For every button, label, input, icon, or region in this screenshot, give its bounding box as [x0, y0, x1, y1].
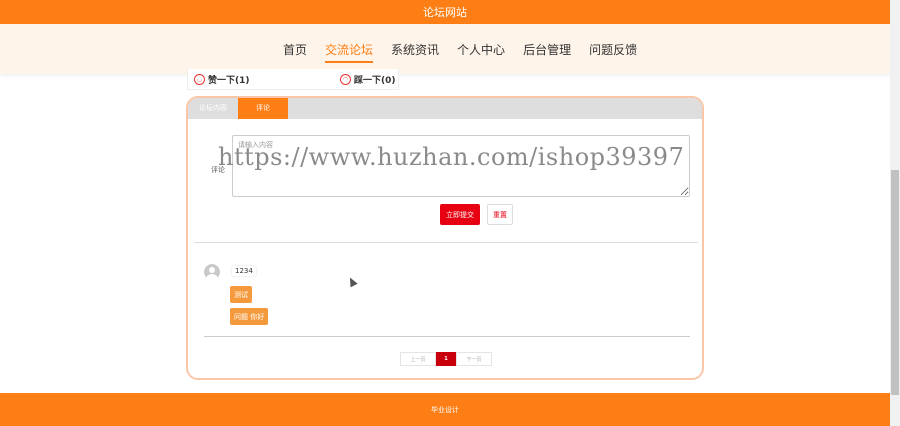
- nav-item-news[interactable]: 系统资讯: [391, 41, 439, 63]
- avatar: [204, 264, 220, 280]
- divider: [204, 336, 690, 337]
- tab-comments[interactable]: 评论: [238, 98, 288, 119]
- scrollbar-thumb[interactable]: [891, 170, 899, 395]
- dislike-button[interactable]: ◠ 踩一下(0): [340, 73, 396, 86]
- footer-text: 毕业设计: [431, 405, 459, 414]
- nav-item-profile[interactable]: 个人中心: [457, 41, 505, 63]
- site-title: 论坛网站: [423, 6, 467, 19]
- vote-bar: ◡ 赞一下(1) ◠ 踩一下(0): [187, 69, 399, 90]
- nav-item-feedback[interactable]: 问题反馈: [589, 41, 637, 63]
- main-nav-bar: 首页 交流论坛 系统资讯 个人中心 后台管理 问题反馈: [0, 24, 890, 74]
- dislike-label: 踩一下(0): [354, 76, 396, 86]
- nav-item-admin[interactable]: 后台管理: [523, 41, 571, 63]
- divider: [194, 242, 698, 243]
- comment-tag: 问题 你好: [230, 308, 269, 325]
- site-footer: 毕业设计: [0, 393, 890, 426]
- nav-item-home[interactable]: 首页: [283, 41, 307, 63]
- prev-page-button[interactable]: 上一页: [400, 352, 436, 366]
- main-nav: 首页 交流论坛 系统资讯 个人中心 后台管理 问题反馈: [283, 41, 655, 63]
- content-card: 论坛内容 评论 评论 立即提交 重置 1234 测试 问题 你好 上一页 1 下…: [186, 96, 704, 380]
- reset-button[interactable]: 重置: [487, 204, 513, 225]
- site-header: 论坛网站: [0, 0, 890, 24]
- submit-button[interactable]: 立即提交: [440, 204, 480, 225]
- comment-username: 1234: [232, 266, 256, 276]
- next-page-button[interactable]: 下一页: [456, 352, 492, 366]
- page-number-current[interactable]: 1: [436, 352, 456, 366]
- nav-item-forum[interactable]: 交流论坛: [325, 41, 374, 63]
- smile-icon: ◡: [194, 74, 205, 85]
- like-button[interactable]: ◡ 赞一下(1): [194, 73, 250, 86]
- comment-tag: 测试: [230, 286, 252, 303]
- watermark: https://www.huzhan.com/ishop39397: [218, 143, 685, 171]
- page-scrollbar[interactable]: [890, 0, 900, 426]
- tab-bar: 论坛内容 评论: [188, 98, 702, 119]
- frown-icon: ◠: [340, 74, 351, 85]
- tab-forum-content[interactable]: 论坛内容: [188, 98, 238, 119]
- pagination: 上一页 1 下一页: [400, 352, 492, 366]
- like-label: 赞一下(1): [208, 76, 250, 86]
